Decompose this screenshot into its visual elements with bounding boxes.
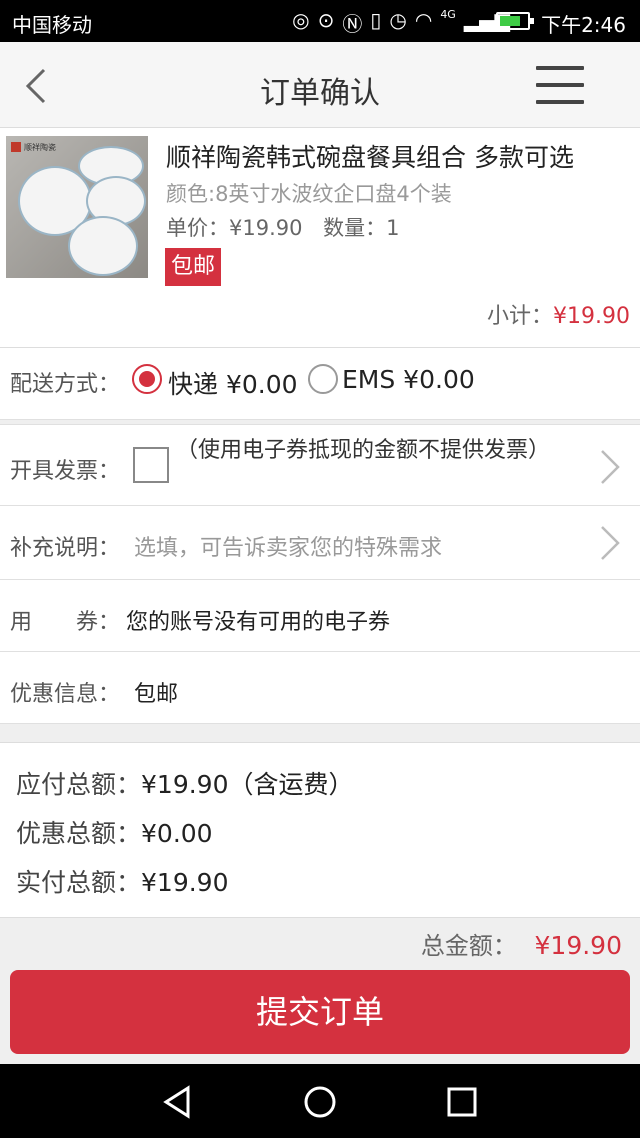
payment-summary: 应付总额：¥19.90（含运费） 优惠总额：¥0.00 实付总额：¥19.90	[0, 742, 640, 918]
coupon-label: 用 券：	[10, 610, 121, 635]
promotion-row: 优惠信息： 包邮	[0, 652, 640, 724]
remark-input[interactable]: 选填，可告诉卖家您的特殊需求	[134, 530, 442, 562]
carrier-name: 中国移动	[12, 13, 92, 37]
total-label: 总金额：	[420, 932, 517, 960]
product-card: 顺祥陶瓷 顺祥陶瓷韩式碗盘餐具组合 多款可选 颜色:8英寸水波纹企口盘4个装 单…	[0, 128, 640, 348]
nav-home-icon[interactable]	[300, 1082, 340, 1122]
nav-recents-icon[interactable]	[442, 1082, 482, 1122]
status-icons: ◎ ⊙ Ⓝ ▯ ◷ ◠ 4G ▂▄▆	[292, 8, 510, 37]
product-thumbnail[interactable]: 顺祥陶瓷	[6, 136, 148, 278]
promotion-value: 包邮	[134, 682, 179, 707]
nav-back-icon[interactable]	[158, 1082, 198, 1122]
submit-order-button[interactable]: 提交订单	[10, 970, 630, 1054]
nfc-icon: Ⓝ	[342, 12, 363, 36]
actual-total: 实付总额：¥19.90	[16, 863, 229, 899]
total-value: ¥19.90	[534, 931, 622, 960]
coupon-row: 用 券： 您的账号没有可用的电子券	[0, 580, 640, 652]
actual-value: ¥19.90	[141, 868, 229, 897]
network-type: 4G	[440, 8, 456, 21]
payable-value: ¥19.90（含运费）	[141, 770, 354, 799]
status-bar: 中国移动 ◎ ⊙ Ⓝ ▯ ◷ ◠ 4G ▂▄▆ 下午2:46	[0, 0, 640, 42]
coupon-value: 您的账号没有可用的电子券	[126, 610, 391, 635]
grand-total: 总金额： ¥19.90	[421, 926, 622, 961]
discount-total: 优惠总额：¥0.00	[16, 814, 213, 850]
option-express-label[interactable]: 快递 ¥0.00	[168, 365, 298, 401]
product-spec: 颜色:8英寸水波纹企口盘4个装	[166, 182, 452, 206]
brand-logo-icon	[11, 142, 21, 152]
radio-ems[interactable]	[308, 364, 338, 394]
battery-icon	[496, 12, 534, 30]
quantity: 数量：1	[323, 216, 400, 240]
unit-price: 单价：¥19.90	[166, 216, 303, 240]
product-name[interactable]: 顺祥陶瓷韩式碗盘餐具组合 多款可选	[166, 138, 574, 174]
wifi-icon: ◠	[414, 8, 433, 32]
invoice-row[interactable]: 开具发票： （使用电子券抵现的金额不提供发票）	[0, 424, 640, 506]
alarm-icon: ◷	[389, 8, 407, 32]
actual-label: 实付总额：	[16, 868, 142, 897]
payable-total: 应付总额：¥19.90（含运费）	[16, 765, 354, 801]
free-shipping-badge: 包邮	[165, 248, 222, 286]
invoice-note: （使用电子券抵现的金额不提供发票）	[176, 438, 551, 463]
vibrate-icon: ▯	[370, 8, 382, 32]
discount-label: 优惠总额：	[16, 819, 142, 848]
radio-express[interactable]	[132, 364, 162, 394]
thumb-brand-text: 顺祥陶瓷	[24, 143, 56, 152]
invoice-checkbox[interactable]	[133, 447, 169, 483]
headset-icon: ◎	[292, 8, 310, 32]
header: 订单确认	[0, 42, 640, 128]
remark-label: 补充说明：	[10, 536, 121, 561]
delivery-row: 配送方式： 快递 ¥0.00 EMS ¥0.00	[0, 348, 640, 420]
promotion-label: 优惠信息：	[10, 682, 121, 707]
discount-value: ¥0.00	[141, 819, 213, 848]
chevron-right-icon[interactable]	[598, 447, 622, 487]
menu-icon[interactable]	[536, 66, 584, 106]
subtotal: 小计：¥19.90	[487, 298, 630, 330]
invoice-label: 开具发票：	[10, 459, 121, 484]
payable-label: 应付总额：	[16, 770, 142, 799]
subtotal-label: 小计：	[487, 304, 554, 329]
delivery-label: 配送方式：	[10, 372, 121, 397]
product-price-qty: 单价：¥19.90 数量：1	[166, 212, 400, 242]
chevron-right-icon[interactable]	[598, 523, 622, 563]
option-ems-label[interactable]: EMS ¥0.00	[342, 365, 475, 394]
location-icon: ⊙	[317, 8, 335, 32]
subtotal-value: ¥19.90	[553, 304, 630, 329]
system-nav-bar	[0, 1064, 640, 1138]
clock: 下午2:46	[541, 13, 626, 37]
remark-row[interactable]: 补充说明： 选填，可告诉卖家您的特殊需求	[0, 506, 640, 580]
